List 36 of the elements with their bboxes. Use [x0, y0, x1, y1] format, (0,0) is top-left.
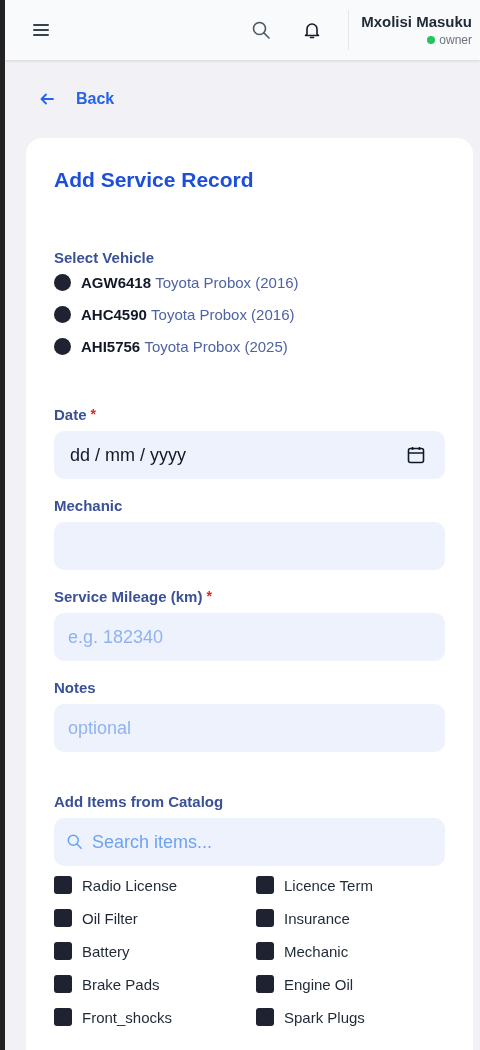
- search-icon: [67, 834, 82, 849]
- vehicle-option[interactable]: AHC4590 Toyota Probox (2016): [54, 306, 295, 323]
- back-link[interactable]: Back: [26, 88, 125, 110]
- input-field[interactable]: optional: [54, 704, 445, 752]
- search-field[interactable]: Search items...: [54, 818, 445, 866]
- input-field[interactable]: e.g. 182340: [54, 613, 445, 661]
- catalog-item-checkbox[interactable]: Spark Plugs: [256, 1008, 445, 1026]
- bell-icon[interactable]: [304, 21, 321, 39]
- search-icon[interactable]: [252, 21, 271, 39]
- catalog-item-checkbox[interactable]: Oil Filter: [54, 909, 256, 927]
- field-label: Notes: [54, 679, 96, 696]
- arrow-left-icon: [40, 93, 54, 105]
- catalog-item-checkbox[interactable]: Licence Term: [256, 876, 445, 894]
- form-title: Add Service Record: [54, 168, 255, 192]
- catalog-item-checkbox[interactable]: Engine Oil: [256, 975, 445, 993]
- date-field[interactable]: dd / mm / yyyy: [54, 431, 445, 479]
- field-label: Service Mileage (km): [54, 588, 203, 605]
- menu-icon[interactable]: [33, 24, 49, 36]
- field-label: Mechanic: [54, 497, 123, 514]
- catalog-item-checkbox[interactable]: Brake Pads: [54, 975, 256, 993]
- catalog-item-checkbox[interactable]: Mechanic: [256, 942, 445, 960]
- catalog-item-checkbox[interactable]: Insurance: [256, 909, 445, 927]
- field-label: Select Vehicle: [54, 249, 156, 266]
- user-role: owner: [439, 33, 472, 47]
- field-label: Add Items from Catalog: [54, 793, 225, 810]
- field-label: Date: [54, 406, 87, 423]
- user-name: Mxolisi Masuku: [361, 13, 472, 30]
- required-mark: *: [206, 588, 212, 604]
- status-dot: [427, 36, 436, 44]
- catalog-item-checkbox[interactable]: Battery: [54, 942, 256, 960]
- calendar-icon[interactable]: [407, 446, 425, 464]
- catalog-item-checkbox[interactable]: Radio License: [54, 876, 256, 894]
- required-mark: *: [90, 406, 96, 422]
- catalog-item-checkbox[interactable]: Front_shocks: [54, 1008, 256, 1026]
- vehicle-option[interactable]: AHI5756 Toyota Probox (2025): [54, 338, 288, 355]
- vehicle-option[interactable]: AGW6418 Toyota Probox (2016): [54, 274, 299, 291]
